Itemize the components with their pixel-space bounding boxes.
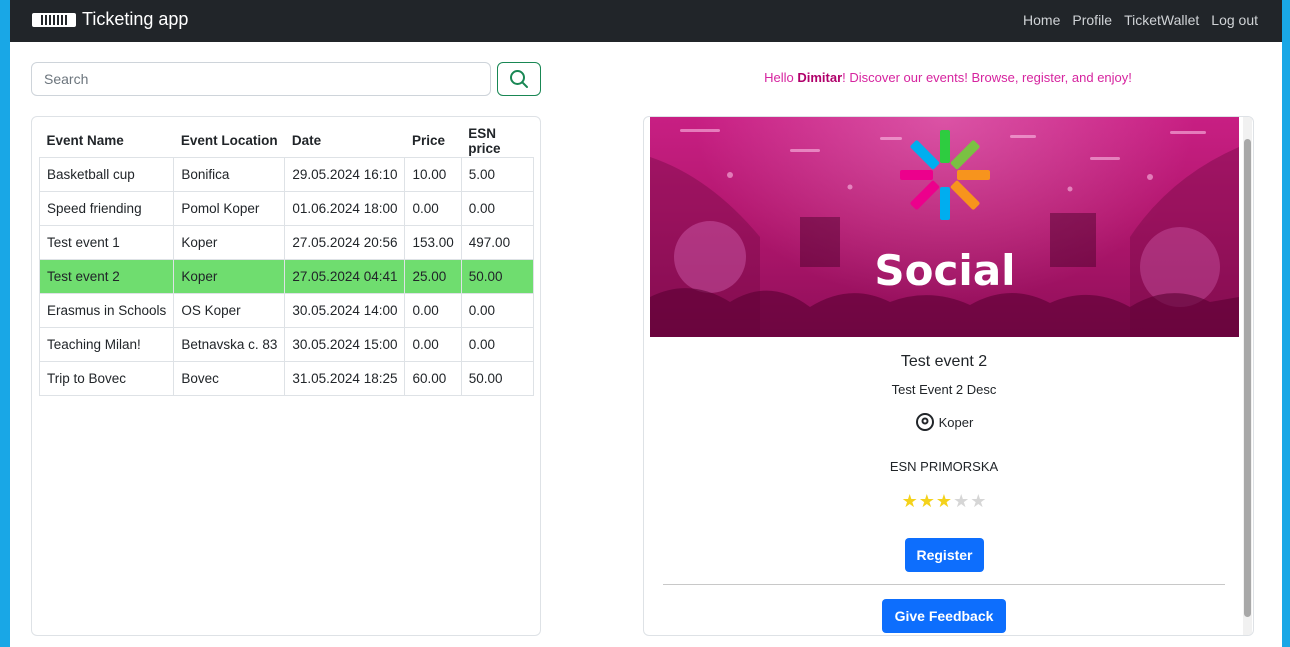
- cell-event-name: Basketball cup: [38, 156, 175, 192]
- cell-price: 0.00: [404, 326, 462, 362]
- event-location-text: Koper: [938, 414, 974, 430]
- cell-price: 0.00: [404, 190, 462, 226]
- brand[interactable]: Ticketing app: [32, 9, 188, 30]
- table-header-row: Event Name Event Location Date Price ESN…: [39, 125, 534, 158]
- cell-price: 153.00: [404, 224, 462, 260]
- search-icon: [510, 70, 528, 88]
- cell-date: 27.05.2024 20:56: [284, 224, 406, 260]
- cell-esn-price: 50.00: [460, 258, 535, 294]
- event-image-caption: Social: [874, 246, 1015, 295]
- cell-location: Bovec: [173, 360, 286, 396]
- nav-home-link[interactable]: Home: [1023, 12, 1060, 28]
- cell-event-name: Test event 1: [38, 224, 175, 260]
- user-name: Dimitar: [797, 70, 843, 85]
- events-table-card: Event Name Event Location Date Price ESN…: [31, 116, 541, 636]
- rating-stars[interactable]: ★ ★ ★ ★ ★: [644, 491, 1244, 512]
- table-row[interactable]: Speed friending Pomol Koper 01.06.2024 1…: [38, 190, 535, 226]
- table-row[interactable]: Trip to Bovec Bovec 31.05.2024 18:25 60.…: [38, 360, 535, 396]
- cell-location: Pomol Koper: [173, 190, 286, 226]
- table-row[interactable]: Erasmus in Schools OS Koper 30.05.2024 1…: [38, 292, 535, 328]
- cell-date: 30.05.2024 15:00: [284, 326, 406, 362]
- table-row[interactable]: Test event 1 Koper 27.05.2024 20:56 153.…: [38, 224, 535, 260]
- event-location: Koper: [644, 412, 1244, 432]
- cell-esn-price: 0.00: [460, 190, 535, 226]
- nav-logout-link[interactable]: Log out: [1211, 12, 1258, 28]
- events-table-body: Basketball cup Bonifica 29.05.2024 16:10…: [38, 156, 535, 396]
- cell-date: 01.06.2024 18:00: [284, 190, 406, 226]
- divider: [663, 584, 1225, 585]
- cell-date: 27.05.2024 04:41: [284, 258, 406, 294]
- greeting-suffix: ! Discover our events! Browse, register,…: [842, 70, 1132, 85]
- cell-price: 10.00: [404, 156, 462, 192]
- cell-esn-price: 50.00: [460, 360, 535, 396]
- events-table: Event Name Event Location Date Price ESN…: [38, 125, 535, 396]
- scrollbar-thumb[interactable]: [1244, 139, 1251, 617]
- cell-esn-price: 5.00: [460, 156, 535, 192]
- give-feedback-button[interactable]: Give Feedback: [882, 599, 1006, 633]
- greeting-prefix: Hello: [764, 70, 798, 85]
- cell-esn-price: 0.00: [460, 326, 535, 362]
- nav-ticketwallet-link[interactable]: TicketWallet: [1124, 12, 1199, 28]
- star-filled-icon[interactable]: ★: [919, 491, 935, 512]
- cell-date: 30.05.2024 14:00: [284, 292, 406, 328]
- cell-event-name: Trip to Bovec: [38, 360, 175, 396]
- cell-event-name: Erasmus in Schools: [38, 292, 175, 328]
- map-pin-icon: [915, 413, 934, 431]
- cell-price: 60.00: [404, 360, 462, 396]
- cell-location: Betnavska c. 83: [173, 326, 286, 362]
- scrollbar-track[interactable]: [1243, 117, 1252, 635]
- table-row-selected[interactable]: Test event 2 Koper 27.05.2024 04:41 25.0…: [38, 258, 535, 294]
- cell-location: Koper: [173, 224, 286, 260]
- event-title: Test event 2: [900, 353, 988, 370]
- cell-location: OS Koper: [173, 292, 286, 328]
- brand-title: Ticketing app: [82, 9, 189, 29]
- col-date[interactable]: Date: [284, 125, 405, 158]
- table-row[interactable]: Teaching Milan! Betnavska c. 83 30.05.20…: [38, 326, 535, 362]
- cell-event-name: Teaching Milan!: [38, 326, 175, 362]
- cell-location: Bonifica: [173, 156, 286, 192]
- ticket-icon: [32, 12, 76, 27]
- register-button[interactable]: Register: [905, 538, 984, 572]
- event-organizer: ESN PRIMORSKA: [889, 459, 999, 474]
- event-image-art: Social: [650, 129, 1239, 337]
- cell-event-name: Test event 2: [38, 258, 175, 294]
- star-filled-icon[interactable]: ★: [936, 491, 952, 512]
- search-input[interactable]: [31, 62, 491, 96]
- cell-esn-price: 497.00: [460, 224, 535, 260]
- event-image: Social: [650, 117, 1239, 337]
- star-empty-icon[interactable]: ★: [970, 491, 986, 512]
- nav-links: Home Profile TicketWallet Log out: [1023, 12, 1258, 28]
- col-price[interactable]: Price: [404, 125, 462, 158]
- event-description: Test Event 2 Desc: [891, 382, 997, 397]
- star-filled-icon[interactable]: ★: [902, 491, 918, 512]
- nav-profile-link[interactable]: Profile: [1072, 12, 1112, 28]
- cell-price: 0.00: [404, 292, 462, 328]
- greeting-text: Hello Dimitar! Discover our events! Brow…: [643, 70, 1253, 85]
- cell-location: Koper: [173, 258, 286, 294]
- col-event-name[interactable]: Event Name: [39, 125, 174, 158]
- search-button[interactable]: [497, 62, 541, 96]
- cell-price: 25.00: [404, 258, 462, 294]
- table-row[interactable]: Basketball cup Bonifica 29.05.2024 16:10…: [38, 156, 535, 192]
- app-window: Ticketing app Home Profile TicketWallet …: [10, 0, 1282, 647]
- event-detail-card: Social Test event 2 Test Event 2 Desc Ko…: [643, 116, 1254, 636]
- navbar: Ticketing app Home Profile TicketWallet …: [10, 0, 1282, 42]
- col-esn-price[interactable]: ESN price: [461, 125, 534, 158]
- cell-event-name: Speed friending: [38, 190, 175, 226]
- cell-esn-price: 0.00: [460, 292, 535, 328]
- cell-date: 31.05.2024 18:25: [284, 360, 406, 396]
- cell-date: 29.05.2024 16:10: [284, 156, 406, 192]
- col-event-location[interactable]: Event Location: [173, 125, 285, 158]
- star-empty-icon[interactable]: ★: [953, 491, 969, 512]
